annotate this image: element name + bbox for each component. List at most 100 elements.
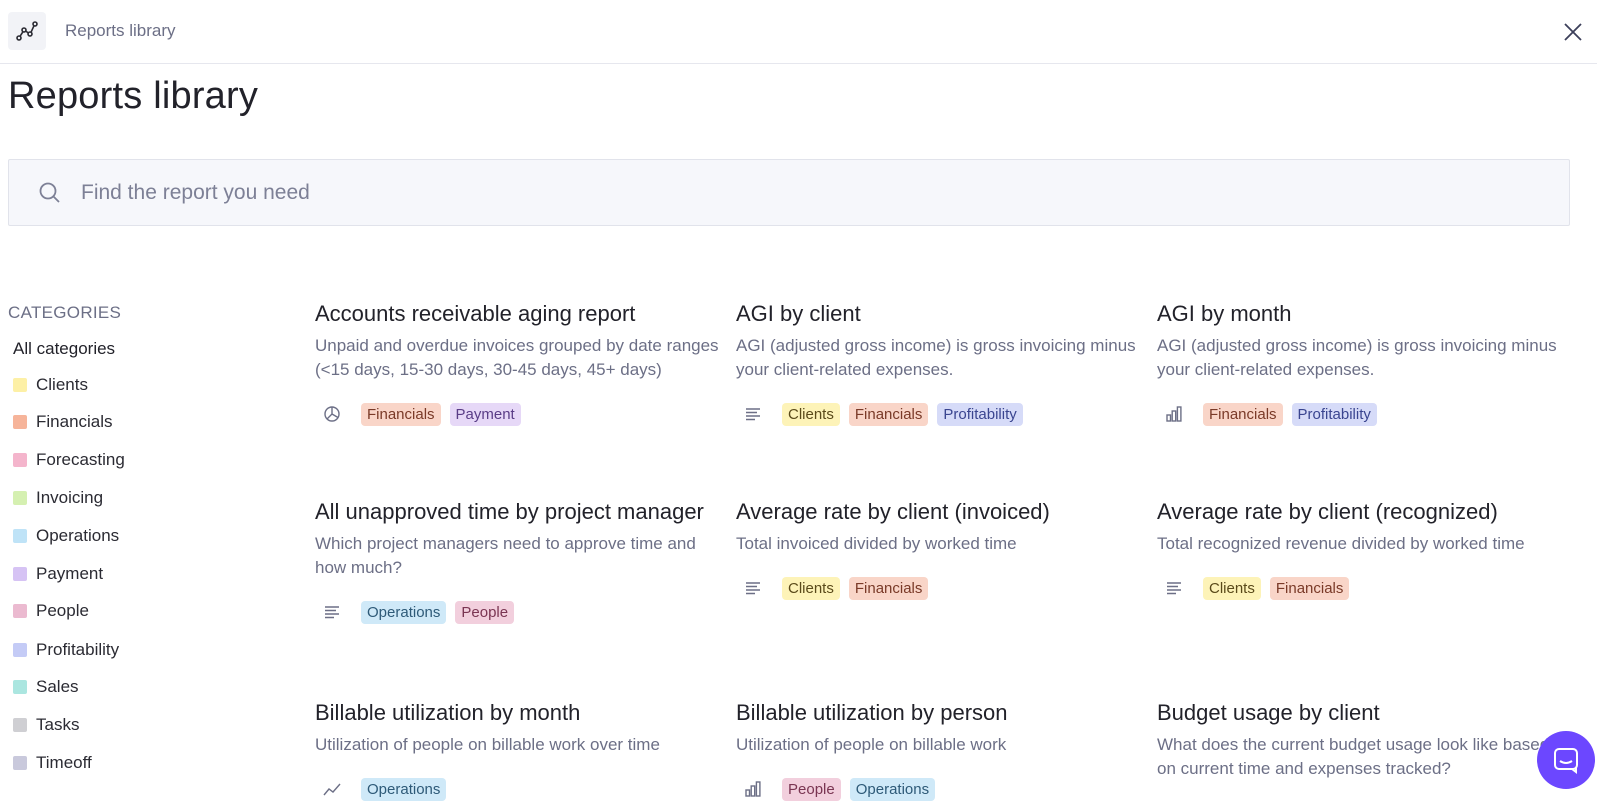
tag-financials: Financials <box>1203 402 1283 426</box>
category-sales[interactable]: Sales <box>13 675 79 699</box>
table-icon <box>1157 576 1191 600</box>
category-invoicing[interactable]: Invoicing <box>13 486 103 510</box>
report-title: Billable utilization by person <box>736 700 1008 725</box>
category-clients[interactable]: Clients <box>13 373 88 397</box>
tag-people: People <box>782 777 841 801</box>
tag-clients: Clients <box>782 576 840 600</box>
report-tags: Clients Financials Profitability <box>736 402 1141 426</box>
report-description: Total recognized revenue divided by work… <box>1157 534 1525 553</box>
category-label: Profitability <box>36 640 120 659</box>
category-tasks[interactable]: Tasks <box>13 713 79 737</box>
tag-people: People <box>455 600 515 624</box>
category-swatch <box>13 680 27 694</box>
report-title: All unapproved time by project manager <box>315 499 704 524</box>
report-tags: Financials Profitability <box>1157 402 1562 426</box>
report-tags: Clients Financials <box>1157 576 1562 600</box>
line-chart-icon <box>8 12 46 50</box>
tag-clients: Clients <box>1203 576 1261 600</box>
category-forecasting[interactable]: Forecasting <box>13 448 125 472</box>
report-tags: Operations <box>315 777 720 801</box>
category-swatch <box>13 453 27 467</box>
report-description: What does the current budget usage look … <box>1157 735 1550 778</box>
tag-profitability: Profitability <box>1291 402 1377 426</box>
category-swatch <box>13 415 27 429</box>
report-tags: Financials Payment <box>315 402 720 426</box>
report-description: AGI (adjusted gross income) is gross inv… <box>1157 336 1557 379</box>
search-input[interactable] <box>81 174 1541 212</box>
category-timeoff[interactable]: Timeoff <box>13 751 92 775</box>
tag-profitability: Profitability <box>937 402 1023 426</box>
report-card[interactable]: AGI by client AGI (adjusted gross income)… <box>736 299 1141 426</box>
report-card[interactable]: Accounts receivable aging report Unpaid a… <box>315 299 720 426</box>
category-label: Clients <box>36 375 88 394</box>
category-swatch <box>13 643 27 657</box>
category-operations[interactable]: Operations <box>13 524 119 548</box>
report-tags: People Operations <box>736 777 1141 801</box>
report-tags: Clients Financials <box>736 576 1141 600</box>
category-label: Tasks <box>36 715 80 734</box>
report-title: Accounts receivable aging report <box>315 301 636 326</box>
report-description: Unpaid and overdue invoices grouped by d… <box>315 336 719 379</box>
category-label: Forecasting <box>36 450 125 469</box>
report-description: AGI (adjusted gross income) is gross inv… <box>736 336 1136 379</box>
bar-chart-icon <box>1157 402 1191 426</box>
report-card[interactable]: Billable utilization by person Utilizatio… <box>736 698 1141 801</box>
tag-payment: Payment <box>449 402 521 426</box>
close-icon <box>1564 23 1582 41</box>
category-label: Financials <box>36 412 113 431</box>
page-title: Reports library <box>8 75 259 117</box>
category-swatch <box>13 491 27 505</box>
chat-bubble-icon <box>1554 748 1578 774</box>
category-swatch <box>13 604 27 618</box>
category-financials[interactable]: Financials <box>13 410 113 434</box>
category-all[interactable]: All categories <box>13 339 115 359</box>
report-title: Average rate by client (invoiced) <box>736 499 1050 524</box>
category-label: Invoicing <box>36 488 104 507</box>
top-bar: Reports library <box>0 0 1597 64</box>
report-title: AGI by month <box>1157 301 1292 326</box>
tag-financials: Financials <box>361 402 441 426</box>
category-profitability[interactable]: Profitability <box>13 638 119 662</box>
pie-chart-icon <box>315 402 349 426</box>
search-bar <box>8 159 1570 226</box>
report-card[interactable]: Average rate by client (invoiced) Total i… <box>736 497 1141 600</box>
tag-operations: Operations <box>361 600 447 624</box>
table-icon <box>315 600 349 624</box>
category-swatch <box>13 378 27 392</box>
category-swatch <box>13 718 27 732</box>
report-card[interactable]: AGI by month AGI (adjusted gross income) … <box>1157 299 1562 426</box>
close-button[interactable] <box>1560 19 1586 45</box>
category-people[interactable]: People <box>13 599 89 623</box>
report-description: Total invoiced divided by worked time <box>736 534 1017 553</box>
bar-chart-icon <box>736 777 770 801</box>
report-description: Utilization of people on billable work <box>736 735 1007 754</box>
tag-operations: Operations <box>361 777 447 801</box>
report-title: Average rate by client (recognized) <box>1157 499 1498 524</box>
report-title: AGI by client <box>736 301 861 326</box>
category-payment[interactable]: Payment <box>13 562 103 586</box>
report-card[interactable]: Average rate by client (recognized) Total… <box>1157 497 1562 600</box>
report-card[interactable]: Billable utilization by month Utilization… <box>315 698 720 801</box>
line-chart-icon <box>315 777 349 801</box>
app-title: Reports library <box>65 21 176 40</box>
tag-clients: Clients <box>782 402 840 426</box>
report-card[interactable]: Budget usage by client What does the curr… <box>1157 698 1562 781</box>
category-label: Operations <box>36 526 120 545</box>
report-title: Billable utilization by month <box>315 700 581 725</box>
search-icon <box>38 181 62 210</box>
tag-financials: Financials <box>848 576 929 600</box>
report-description: Utilization of people on billable work o… <box>315 735 660 754</box>
category-swatch <box>13 567 27 581</box>
category-label: Payment <box>36 564 104 583</box>
chat-button[interactable] <box>1537 731 1595 789</box>
tag-financials: Financials <box>1269 576 1350 600</box>
category-label: Sales <box>36 677 79 696</box>
table-icon <box>736 402 770 426</box>
report-description: Which project managers need to approve t… <box>315 534 696 577</box>
report-card[interactable]: All unapproved time by project manager Wh… <box>315 497 720 624</box>
report-tags: Operations People <box>315 600 720 624</box>
category-label: Timeoff <box>36 753 92 772</box>
tag-operations: Operations <box>849 777 936 801</box>
tag-financials: Financials <box>848 402 929 426</box>
category-swatch <box>13 756 27 770</box>
